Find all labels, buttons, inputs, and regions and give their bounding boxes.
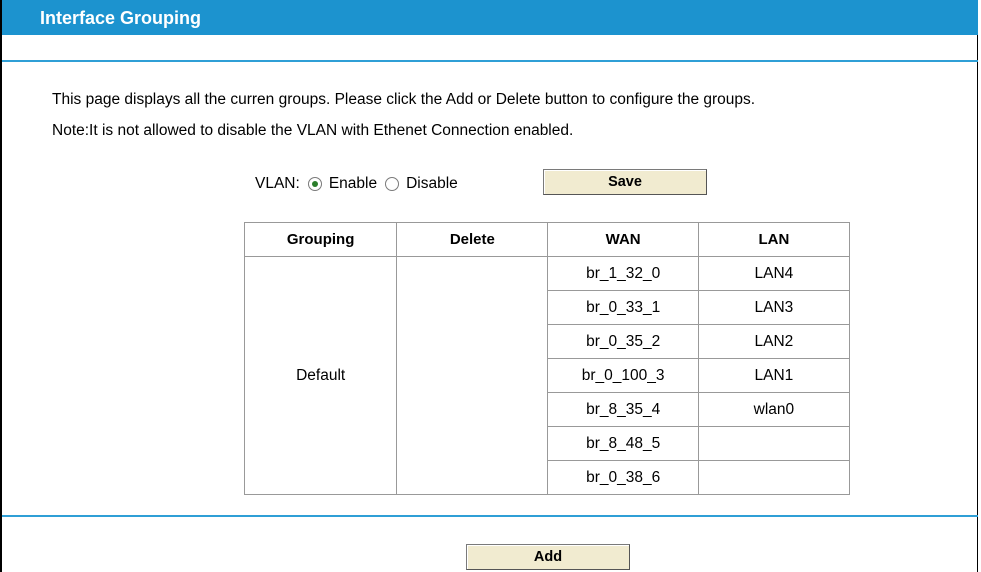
wan-cell: br_1_32_0 — [547, 256, 699, 291]
table-header-row: Grouping Delete WAN LAN — [243, 222, 851, 257]
save-button[interactable]: Save — [543, 169, 707, 195]
wan-cell: br_0_100_3 — [547, 358, 699, 393]
wan-cell: br_8_35_4 — [547, 392, 699, 427]
wan-cell: br_8_48_5 — [547, 426, 699, 461]
column-header-wan: WAN — [547, 222, 699, 257]
column-header-grouping: Grouping — [243, 222, 398, 257]
lan-cell: LAN1 — [697, 358, 851, 393]
column-header-lan: LAN — [697, 222, 851, 257]
vlan-disable-radio[interactable] — [385, 177, 400, 191]
page-title: Interface Grouping — [2, 0, 978, 35]
vlan-enable-label[interactable]: Enable — [329, 175, 377, 193]
lan-cell — [697, 426, 851, 461]
lan-cell: LAN4 — [697, 256, 851, 291]
group-delete-cell — [396, 256, 549, 495]
group-name-cell: Default — [243, 256, 398, 495]
page-description: This page displays all the curren groups… — [52, 91, 756, 108]
add-button[interactable]: Add — [466, 544, 630, 570]
column-header-delete: Delete — [396, 222, 549, 257]
vlan-disable-label[interactable]: Disable — [406, 175, 458, 193]
vlan-setting: VLAN: Enable Disable — [255, 174, 458, 194]
lan-cell: LAN2 — [697, 324, 851, 359]
wan-cell: br_0_35_2 — [547, 324, 699, 359]
lan-cell — [697, 460, 851, 495]
lan-cell: wlan0 — [697, 392, 851, 427]
vlan-enable-radio[interactable] — [307, 177, 322, 191]
wan-cell: br_0_38_6 — [547, 460, 699, 495]
table-row: Default br_1_32_0 LAN4 — [243, 256, 851, 495]
footer-divider — [2, 515, 978, 517]
vlan-label: VLAN: — [255, 175, 300, 192]
lan-cell: LAN3 — [697, 290, 851, 325]
page-note: Note:It is not allowed to disable the VL… — [52, 122, 574, 139]
grouping-table: Grouping Delete WAN LAN Default br_1_32_… — [243, 222, 851, 495]
title-divider — [2, 60, 978, 62]
wan-cell: br_0_33_1 — [547, 290, 699, 325]
